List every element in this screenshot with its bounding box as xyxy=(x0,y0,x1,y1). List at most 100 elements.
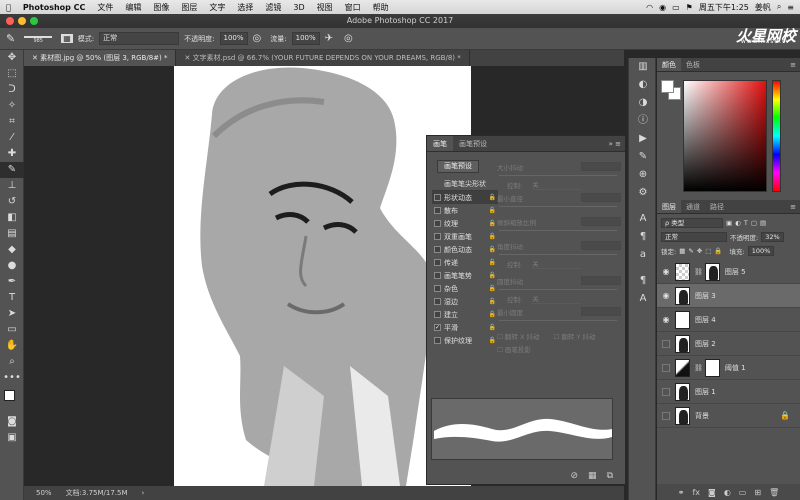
layer-thumbnail[interactable] xyxy=(675,406,690,425)
min-diameter-field[interactable] xyxy=(581,193,621,202)
layer-name[interactable]: 图层 5 xyxy=(725,267,746,277)
screen-mode-icon[interactable]: ▣ xyxy=(0,430,24,446)
fg-bg-swatches[interactable] xyxy=(661,80,681,100)
layer-row[interactable]: 背景 🔒 xyxy=(657,404,800,428)
app-menu[interactable]: Photoshop CC xyxy=(17,3,92,12)
option-lock-icon[interactable]: 🔓 xyxy=(489,324,496,331)
mode-select[interactable]: 正常 xyxy=(99,32,180,45)
option-lock-icon[interactable]: 🔓 xyxy=(489,311,496,318)
properties-panel-icon[interactable]: ◐ xyxy=(629,76,657,94)
close-tab-icon[interactable]: ✕ xyxy=(32,54,40,62)
min-roundness-field[interactable] xyxy=(581,307,621,316)
panel-menu-icon[interactable]: ≡ xyxy=(786,200,800,213)
quick-mask-icon[interactable]: ◙ xyxy=(0,414,24,430)
filter-shape-icon[interactable]: ▢ xyxy=(751,219,757,227)
visibility-toggle[interactable] xyxy=(662,339,670,348)
brush-panel-icon[interactable]: ✎ xyxy=(629,148,657,166)
filter-adjustment-icon[interactable]: ◐ xyxy=(735,219,741,227)
brush-option-checkbox[interactable] xyxy=(434,298,441,305)
option-lock-icon[interactable]: 🔓 xyxy=(489,285,496,292)
roundness-jitter-field[interactable] xyxy=(581,276,621,285)
filter-smart-icon[interactable]: ▤ xyxy=(760,219,766,227)
path-select-tool-icon[interactable]: ➤ xyxy=(0,306,24,322)
quick-select-tool-icon[interactable]: ✧ xyxy=(0,98,24,114)
status-arrow-icon[interactable]: › xyxy=(142,489,145,497)
brush-option-checkbox[interactable] xyxy=(434,207,441,214)
more-tools-icon[interactable]: ••• xyxy=(0,370,24,386)
fill-input[interactable]: 100% xyxy=(747,245,775,256)
clock[interactable]: 周五下午1:25 xyxy=(699,2,749,13)
brush-option-row[interactable]: 保护纹理 🔓 xyxy=(432,334,498,347)
brush-grid-icon[interactable]: ▦ xyxy=(588,471,597,481)
lock-move-icon[interactable]: ✥ xyxy=(697,247,702,255)
brush-projection-checkbox[interactable]: ☐ 画笔投影 xyxy=(497,344,531,354)
history-brush-tool-icon[interactable]: ↺ xyxy=(0,194,24,210)
menu-3d[interactable]: 3D xyxy=(287,3,310,12)
brush-panel-toggle-icon[interactable]: ▦ xyxy=(61,34,73,43)
lasso-tool-icon[interactable]: ᑐ xyxy=(0,82,24,98)
layer-thumbnail[interactable] xyxy=(675,310,690,329)
move-tool-icon[interactable]: ✥ xyxy=(0,50,24,66)
hand-tool-icon[interactable]: ✋ xyxy=(0,338,24,354)
color-swatches[interactable] xyxy=(0,386,24,414)
add-mask-icon[interactable]: ◙ xyxy=(708,488,716,497)
option-lock-icon[interactable]: 🔓 xyxy=(489,272,496,279)
history-panel-icon[interactable]: ▥ xyxy=(629,58,657,76)
gradient-tool-icon[interactable]: ▤ xyxy=(0,226,24,242)
paragraph-styles-icon[interactable]: ¶ xyxy=(629,272,657,290)
opacity-input[interactable]: 100% xyxy=(219,32,248,45)
hue-slider[interactable] xyxy=(772,80,781,192)
tab-swatches[interactable]: 色板 xyxy=(681,58,705,71)
menu-view[interactable]: 视图 xyxy=(311,2,339,13)
brush-option-row[interactable]: 双重画笔 🔓 xyxy=(432,230,498,243)
layer-row[interactable]: ◉ 图层 4 xyxy=(657,308,800,332)
brush-tool-icon-active[interactable]: ✎ xyxy=(0,162,24,178)
blur-tool-icon[interactable]: ◆ xyxy=(0,242,24,258)
layer-name[interactable]: 背景 xyxy=(695,411,709,421)
character-panel-icon[interactable]: A xyxy=(629,210,657,228)
layer-opacity-input[interactable]: 32% xyxy=(761,231,784,242)
tab-brush[interactable]: 画笔 xyxy=(427,136,453,151)
clone-stamp-tool-icon[interactable]: ⊥ xyxy=(0,178,24,194)
brush-option-checkbox[interactable] xyxy=(434,259,441,266)
new-brush-icon[interactable]: ⧉ xyxy=(607,471,613,481)
mask-link-icon[interactable]: ⛓ xyxy=(694,364,703,372)
doc-tab-1[interactable]: ✕ 素材图.jpg @ 50% (图层 3, RGB/8#) * xyxy=(24,50,177,66)
option-lock-icon[interactable]: 🔓 xyxy=(489,207,496,214)
wifi-icon[interactable]: ◠ xyxy=(646,3,653,12)
menu-type[interactable]: 文字 xyxy=(203,2,231,13)
layer-thumbnail[interactable] xyxy=(675,262,690,281)
flag-icon[interactable]: ⚑ xyxy=(686,3,693,12)
brush-option-checkbox[interactable] xyxy=(434,220,441,227)
menu-edit[interactable]: 编辑 xyxy=(119,2,147,13)
option-lock-icon[interactable]: 🔓 xyxy=(489,233,496,240)
glyphs-panel-icon[interactable]: a xyxy=(629,246,657,264)
eye-icon[interactable]: ◉ xyxy=(657,315,675,324)
panel-menu-icon[interactable]: » ≡ xyxy=(605,136,625,151)
brush-presets-button[interactable]: 画笔预设 xyxy=(437,160,479,173)
menu-file[interactable]: 文件 xyxy=(91,2,119,13)
tab-layers[interactable]: 图层 xyxy=(657,200,681,213)
option-lock-icon[interactable]: 🔓 xyxy=(489,259,496,266)
pen-tool-icon[interactable]: ✒ xyxy=(0,274,24,290)
link-layers-icon[interactable]: ⚭ xyxy=(678,488,685,497)
tab-paths[interactable]: 路径 xyxy=(705,200,729,213)
shape-tool-icon[interactable]: ▭ xyxy=(0,322,24,338)
zoom-window-button[interactable] xyxy=(30,17,38,25)
layer-name[interactable]: 图层 3 xyxy=(695,291,716,301)
flip-y-checkbox[interactable]: ☐ 翻转 Y 抖动 xyxy=(554,331,596,341)
brush-option-row[interactable]: 湿边 🔓 xyxy=(432,295,498,308)
doc-tab-2[interactable]: ✕ 文字素材.psd @ 66.7% (YOUR FUTURE DEPENDS … xyxy=(176,50,470,66)
close-tab-icon[interactable]: ✕ xyxy=(184,54,192,62)
healing-tool-icon[interactable]: ✚ xyxy=(0,146,24,162)
brush-tool-icon[interactable]: ✎ xyxy=(6,32,15,45)
flow-input[interactable]: 100% xyxy=(291,32,320,45)
pressure-opacity-icon[interactable]: ◎ xyxy=(253,33,262,44)
zoom-level[interactable]: 50% xyxy=(36,489,52,497)
minimize-window-button[interactable] xyxy=(18,17,26,25)
menu-filter[interactable]: 滤镜 xyxy=(259,2,287,13)
control-select[interactable]: 关 xyxy=(532,179,583,190)
layer-thumbnail[interactable] xyxy=(675,382,690,401)
lock-artboard-icon[interactable]: ⬚ xyxy=(705,247,711,255)
layer-row[interactable]: ◉ 图层 3 xyxy=(657,284,800,308)
